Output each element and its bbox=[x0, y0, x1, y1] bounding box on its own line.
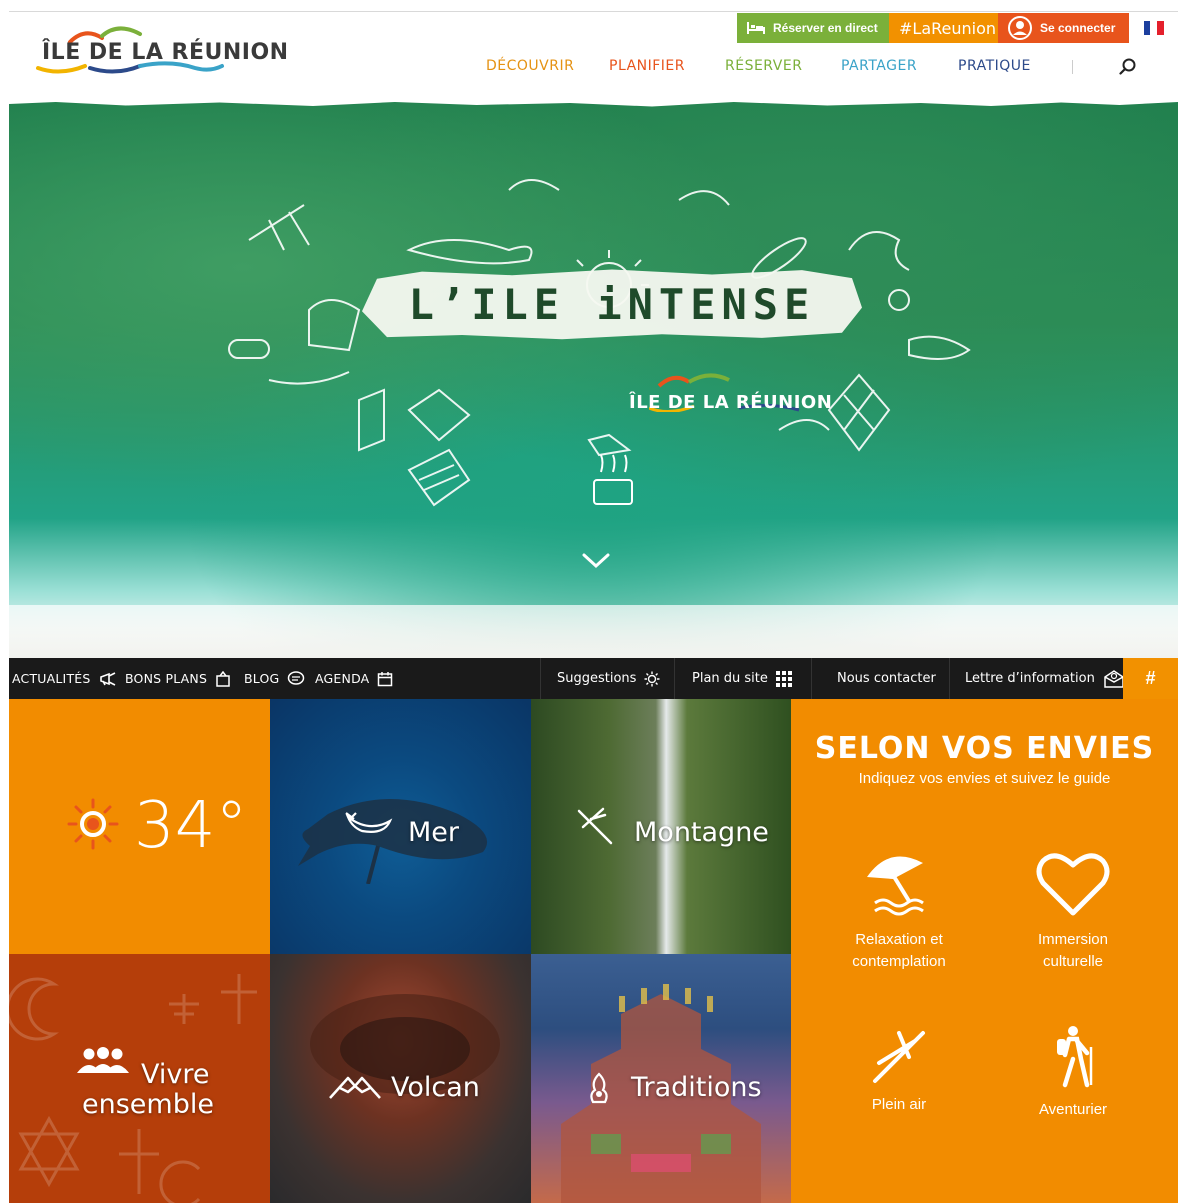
login-label: Se connecter bbox=[1040, 21, 1116, 35]
tile-volcan[interactable]: Volcan bbox=[270, 954, 531, 1203]
hashtag-link[interactable]: # bbox=[1123, 658, 1178, 699]
envie-relaxation-line2: contemplation bbox=[852, 953, 946, 970]
sun-icon bbox=[67, 798, 119, 850]
hero-brand-text: ÎLE DE LA RÉUNION bbox=[629, 392, 833, 413]
blog-label: BLOG bbox=[244, 671, 280, 686]
subbar-divider bbox=[674, 658, 675, 699]
nav-divider bbox=[1072, 60, 1073, 74]
plan-du-site-label: Plan du site bbox=[692, 671, 768, 686]
beach-umbrella-icon bbox=[867, 856, 924, 916]
calendar-icon bbox=[378, 671, 393, 686]
hero-title: L’ILE iNTENSE bbox=[408, 280, 816, 329]
secondary-toolbar: ACTUALITÉS BONS PLANS BLOG AGENDA Sugges… bbox=[9, 658, 1178, 699]
hashtag-button[interactable]: #LaReunion bbox=[889, 13, 998, 43]
hero-torn-edge bbox=[9, 100, 1178, 107]
nav-planifier[interactable]: PLANIFIER bbox=[609, 58, 685, 74]
bons-plans-label: BONS PLANS bbox=[125, 671, 208, 686]
hero-surf bbox=[9, 605, 1178, 658]
nav-reserver[interactable]: RÉSERVER bbox=[725, 58, 802, 74]
nous-contacter-label: Nous contacter bbox=[837, 671, 936, 686]
chat-icon bbox=[288, 670, 305, 685]
newsletter-label: Lettre d’information bbox=[965, 671, 1095, 686]
envie-immersion-line1: Immersion bbox=[1037, 931, 1108, 948]
lamp-icon bbox=[590, 1072, 608, 1104]
hashtag-label: #LaReunion bbox=[899, 18, 997, 38]
tile-montagne-label: Montagne bbox=[634, 817, 769, 848]
bag-icon bbox=[216, 670, 230, 687]
subbar-divider bbox=[949, 658, 950, 699]
tile-mer-label: Mer bbox=[408, 817, 460, 848]
reserve-direct-button[interactable]: Réserver en direct bbox=[737, 13, 889, 43]
envie-plein-air-line1: Plein air bbox=[871, 1096, 927, 1113]
subbar-divider bbox=[811, 658, 812, 699]
suggestions-link[interactable]: Suggestions bbox=[557, 658, 660, 699]
religious-symbols-pattern bbox=[9, 974, 257, 1203]
tile-mer[interactable]: Mer bbox=[270, 699, 531, 954]
chevron-down-icon[interactable] bbox=[581, 552, 611, 570]
whale-icon bbox=[345, 812, 393, 833]
group-icon bbox=[77, 1047, 129, 1073]
login-button[interactable]: Se connecter bbox=[998, 13, 1129, 43]
hiker-icon bbox=[1057, 1026, 1093, 1088]
subbar-divider bbox=[540, 658, 541, 699]
envies-subtitle: Indiquez vos envies et suivez le guide bbox=[858, 770, 1111, 787]
tile-montagne[interactable]: Montagne bbox=[531, 699, 791, 954]
actualites-label: ACTUALITÉS bbox=[12, 671, 91, 686]
user-icon bbox=[1008, 16, 1032, 40]
nous-contacter-link[interactable]: Nous contacter bbox=[837, 658, 936, 699]
suggestions-label: Suggestions bbox=[557, 671, 637, 686]
envie-relaxation[interactable]: Relaxation et contemplation bbox=[814, 849, 984, 973]
header-divider bbox=[9, 11, 1178, 12]
envie-immersion[interactable]: Immersion culturelle bbox=[988, 849, 1158, 973]
actualites-link[interactable]: ACTUALITÉS bbox=[12, 658, 117, 699]
tile-volcan-label: Volcan bbox=[391, 1072, 480, 1103]
language-selector[interactable] bbox=[1129, 13, 1178, 43]
nav-partager[interactable]: PARTAGER bbox=[841, 58, 917, 74]
tile-vivre-label-line2: ensemble bbox=[82, 1089, 214, 1120]
nav-decouvrir[interactable]: DÉCOUVRIR bbox=[486, 58, 574, 74]
tile-traditions-label: Traditions bbox=[631, 1072, 762, 1103]
crater-illustration bbox=[310, 994, 500, 1094]
envie-plein-air[interactable]: Plein air bbox=[814, 1029, 984, 1116]
top-utility-bar: Réserver en direct #LaReunion Se connect… bbox=[737, 13, 1178, 43]
heart-icon bbox=[1036, 853, 1110, 916]
volcano-icon bbox=[329, 1076, 381, 1099]
envies-panel: SELON VOS ENVIES Indiquez vos envies et … bbox=[791, 699, 1178, 1203]
tile-traditions[interactable]: Traditions bbox=[531, 954, 791, 1203]
envie-immersion-line2: culturelle bbox=[1042, 953, 1104, 970]
envie-relaxation-line1: Relaxation et bbox=[855, 931, 943, 948]
tile-vivre-ensemble[interactable]: Vivre ensemble bbox=[9, 954, 270, 1203]
bons-plans-link[interactable]: BONS PLANS bbox=[125, 658, 231, 699]
tile-vivre-label-line1: Vivre bbox=[141, 1059, 210, 1090]
sun-icon bbox=[644, 671, 660, 686]
search-icon[interactable] bbox=[1119, 58, 1137, 76]
weather-tile: 34° bbox=[9, 699, 270, 954]
paraglider-icon bbox=[873, 1031, 925, 1083]
reserve-direct-label: Réserver en direct bbox=[773, 21, 878, 35]
plan-du-site-link[interactable]: Plan du site bbox=[692, 658, 792, 699]
envies-title: SELON VOS ENVIES bbox=[814, 731, 1155, 766]
bed-icon bbox=[747, 22, 765, 34]
blog-link[interactable]: BLOG bbox=[244, 658, 305, 699]
agenda-label: AGENDA bbox=[315, 671, 370, 686]
paraglider-icon bbox=[577, 807, 613, 845]
hero-banner: L’ILE iNTENSE ÎLE DE LA RÉUNION bbox=[9, 100, 1178, 658]
envie-aventurier[interactable]: Aventurier bbox=[988, 1025, 1158, 1121]
agenda-link[interactable]: AGENDA bbox=[315, 658, 393, 699]
newsletter-link[interactable]: Lettre d’information bbox=[965, 658, 1125, 699]
megaphone-icon bbox=[99, 671, 115, 686]
newsletter-icon bbox=[1104, 669, 1124, 688]
grid-icon bbox=[775, 670, 792, 687]
french-flag-icon bbox=[1143, 21, 1164, 35]
main-navigation: DÉCOUVRIR PLANIFIER RÉSERVER PARTAGER PR… bbox=[0, 58, 1178, 80]
temperature-value: 34° bbox=[134, 789, 248, 863]
envie-aventurier-line1: Aventurier bbox=[1038, 1101, 1108, 1118]
nav-pratique[interactable]: PRATIQUE bbox=[958, 58, 1031, 74]
